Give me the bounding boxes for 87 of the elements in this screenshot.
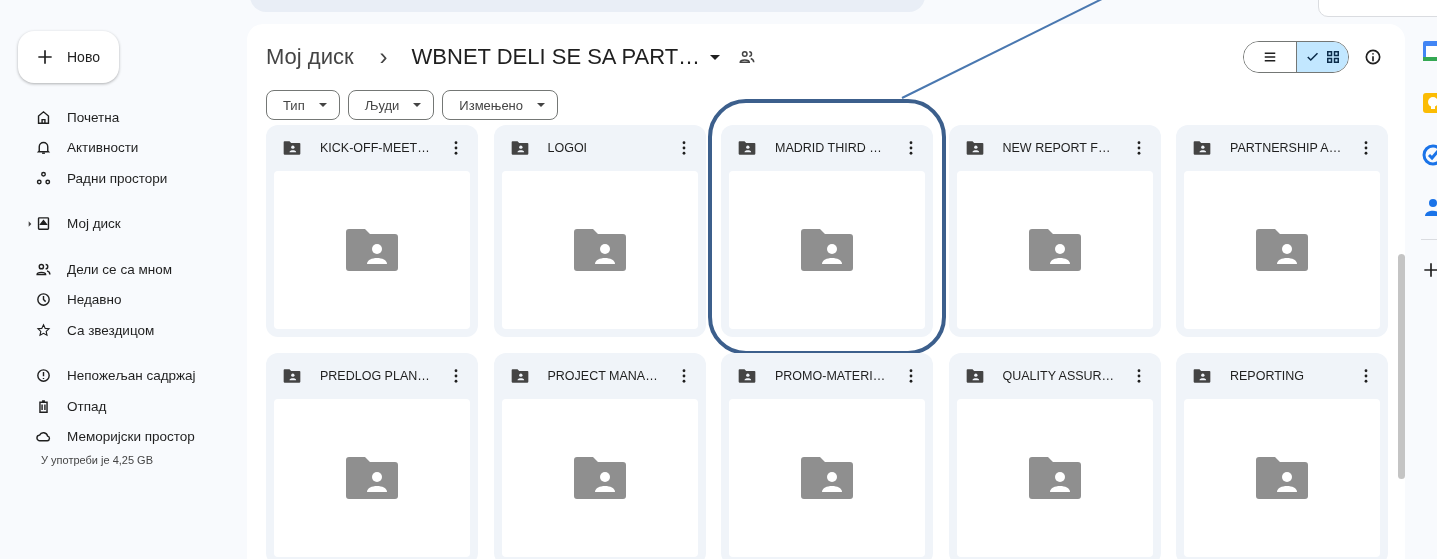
shared-folder-icon <box>737 366 757 386</box>
more-options-icon[interactable] <box>909 141 913 155</box>
folder-card[interactable]: NEW REPORT F… <box>948 125 1161 337</box>
folder-name: KICK-OFF-MEET… <box>320 141 431 155</box>
sidebar-item[interactable]: Радни простори <box>0 163 247 194</box>
folder-name: NEW REPORT F… <box>1002 141 1112 155</box>
more-options-icon[interactable] <box>681 141 686 155</box>
dropdown-icon <box>710 54 721 60</box>
shared-folder-icon <box>801 457 853 499</box>
sidebar-item[interactable]: Активности <box>0 132 247 163</box>
filter-chip[interactable]: Тип <box>266 90 340 120</box>
shared-folder-icon <box>282 138 302 158</box>
drive-icon <box>35 215 52 233</box>
shared-folder-icon <box>1192 366 1212 386</box>
dropdown-icon <box>413 103 422 107</box>
warning-icon <box>35 367 52 385</box>
breadcrumb-link[interactable]: Мој диск <box>266 44 354 70</box>
shared-folder-icon <box>573 457 626 499</box>
folder-card[interactable]: PREDLOG PLAN… <box>266 353 478 559</box>
shared-folder-icon <box>282 366 302 386</box>
home-icon <box>35 108 52 126</box>
shared-folder-icon <box>801 229 853 271</box>
shared-folder-icon <box>573 229 626 271</box>
dropdown-icon <box>318 103 327 107</box>
shared-folder-icon <box>964 366 985 386</box>
more-options-icon[interactable] <box>681 369 686 383</box>
folder-card[interactable]: KICK-OFF-MEET… <box>266 125 478 337</box>
sidebar-item[interactable]: Почетна <box>0 102 247 133</box>
clock-icon <box>35 291 52 309</box>
shared-folder-icon <box>1256 229 1308 271</box>
storage-text: У употреби је 4,25 GB <box>41 454 154 466</box>
shared-folder-icon <box>1256 457 1308 499</box>
shared-folder-icon <box>346 229 398 271</box>
folder-card[interactable]: MADRID THIRD … <box>721 125 933 337</box>
filter-chip[interactable]: Људи <box>347 90 435 120</box>
star-icon <box>35 321 52 339</box>
folder-name: PREDLOG PLAN… <box>320 369 431 383</box>
folder-name: PARTNERSHIP A… <box>1230 141 1343 155</box>
sidebar-item[interactable]: Дели се са мном <box>0 254 247 285</box>
folder-card[interactable]: REPORTING <box>1176 353 1388 559</box>
shared-folder-icon <box>737 138 757 158</box>
sidebar-item[interactable]: Мој диск <box>0 208 247 239</box>
shared-folder-icon <box>1192 138 1212 158</box>
scrollbar[interactable] <box>1398 254 1405 479</box>
more-options-icon[interactable] <box>454 369 458 383</box>
grid-view-button[interactable] <box>1296 42 1348 72</box>
folder-card[interactable]: PROMO-MATERI… <box>721 353 933 559</box>
folder-card[interactable]: PARTNERSHIP A… <box>1176 125 1388 337</box>
shared-folder-icon <box>964 138 985 158</box>
dropdown-icon <box>537 103 546 107</box>
plus-icon[interactable] <box>1421 260 1437 280</box>
folder-name: LOGOI <box>547 141 589 155</box>
info-icon[interactable] <box>1363 47 1383 67</box>
bell-icon <box>35 139 52 157</box>
shared-folder-icon <box>346 457 398 499</box>
sidebar-item[interactable]: Непожељан садржај <box>0 360 247 391</box>
shared-folder-icon <box>509 366 530 386</box>
folder-name: MADRID THIRD … <box>775 141 883 155</box>
folder-card[interactable]: LOGOI <box>493 125 706 337</box>
sidebar-item[interactable]: Меморијски простор <box>0 421 247 452</box>
folder-name: QUALITY ASSUR… <box>1002 369 1116 383</box>
view-toggle[interactable] <box>1243 41 1349 73</box>
plus-icon <box>35 47 55 67</box>
more-options-icon[interactable] <box>909 369 913 383</box>
sidebar-item[interactable]: Отпад <box>0 391 247 422</box>
new-button[interactable]: Ново <box>18 31 119 83</box>
filter-chip[interactable]: Измењено <box>442 90 559 120</box>
people-icon <box>738 48 757 66</box>
more-options-icon[interactable] <box>1364 141 1368 155</box>
shared-folder-icon <box>1028 229 1081 271</box>
folder-name: REPORTING <box>1230 369 1306 383</box>
shared-folder-icon <box>509 138 530 158</box>
folder-name: PROMO-MATERI… <box>775 369 887 383</box>
more-options-icon[interactable] <box>1136 141 1141 155</box>
circles-icon <box>35 169 52 187</box>
folder-card[interactable]: PROJECT MANA… <box>493 353 706 559</box>
more-options-icon[interactable] <box>1364 369 1368 383</box>
breadcrumb-separator: › <box>379 43 388 71</box>
more-options-icon[interactable] <box>1136 369 1141 383</box>
shared-folder-icon <box>1028 457 1081 499</box>
sidebar-item[interactable]: Недавно <box>0 284 247 315</box>
more-options-icon[interactable] <box>454 141 458 155</box>
sidebar-item[interactable]: Са звездицом <box>0 315 247 346</box>
folder-title-button[interactable]: WBNET DELI SE SA PART… <box>411 44 721 70</box>
folder-card[interactable]: QUALITY ASSUR… <box>948 353 1161 559</box>
folder-name: PROJECT MANA… <box>547 369 659 383</box>
caret-icon <box>28 220 32 227</box>
